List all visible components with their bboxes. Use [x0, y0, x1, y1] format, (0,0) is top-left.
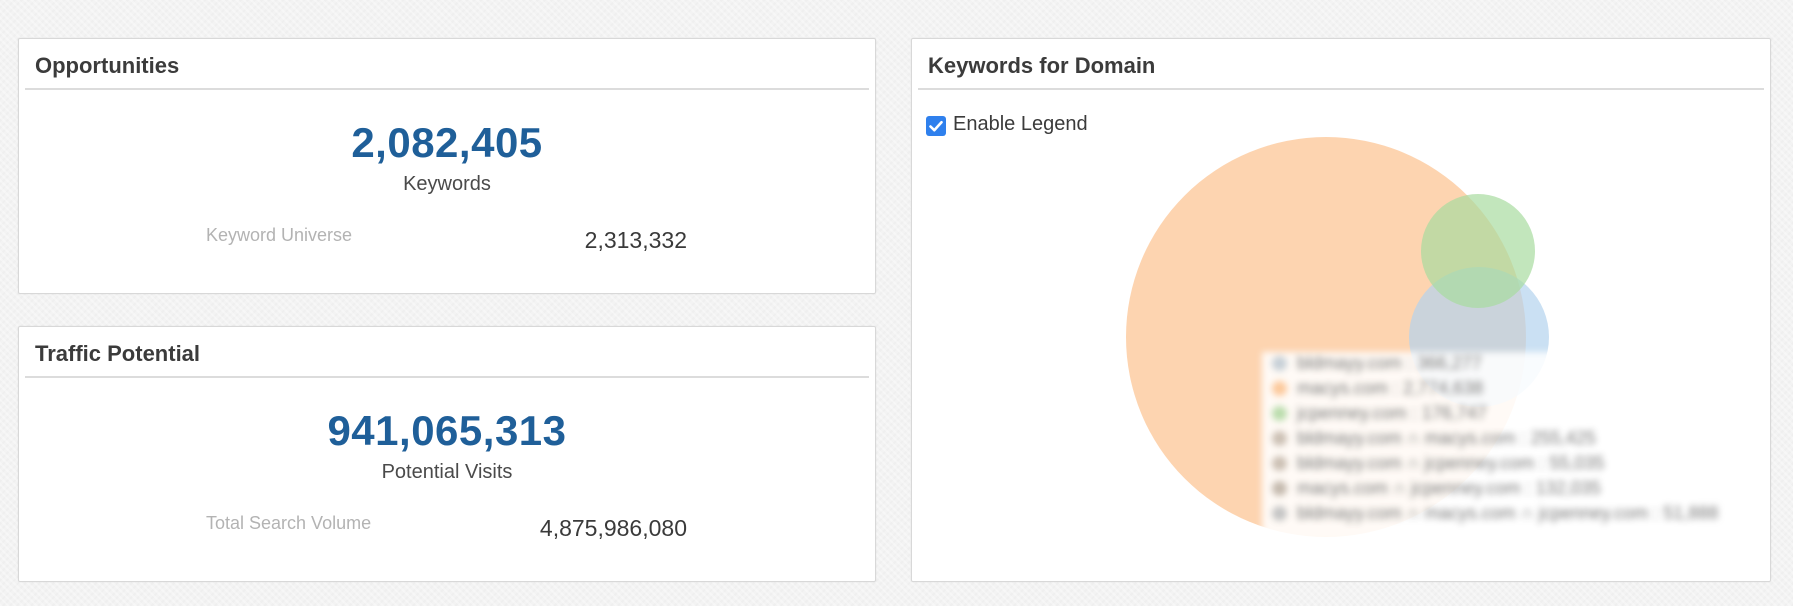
traffic-potential-title: Traffic Potential	[35, 341, 201, 366]
legend-item-label: bldmayy.com ∩ macys.com ∩ jcpenney.com :…	[1297, 503, 1719, 523]
legend-dot-icon	[1272, 456, 1287, 471]
keywords-label: Keywords	[403, 173, 491, 195]
keyword-universe-label: Keyword Universe	[206, 225, 353, 245]
keywords-for-domain-panel: Keywords for Domain Enable Legend bldmay…	[911, 38, 1771, 582]
total-search-volume-label: Total Search Volume	[206, 513, 372, 533]
legend-item-label: macys.com : 2,774,638	[1297, 378, 1484, 398]
legend-dot-icon	[1272, 431, 1287, 446]
legend-item-label: bldmayy.com : 366,277	[1297, 353, 1482, 373]
legend-dot-icon	[1272, 381, 1287, 396]
legend-item-label: bldmayy.com ∩ macys.com : 255,425	[1297, 428, 1596, 448]
keywords-count: 2,082,405	[351, 119, 543, 166]
legend-item-label: bldmayy.com ∩ jcpenney.com : 55,035	[1297, 453, 1605, 473]
legend-item-label: jcpenney.com : 176,747	[1297, 403, 1487, 423]
opportunities-title: Opportunities	[35, 53, 180, 78]
venn-circle-jcpenney[interactable]	[1421, 194, 1535, 308]
legend-dot-icon	[1272, 406, 1287, 421]
opportunities-divider	[25, 88, 869, 90]
potential-visits-count: 941,065,313	[327, 407, 567, 454]
keyword-universe-value: 2,313,332	[584, 227, 687, 253]
legend-dot-icon	[1272, 506, 1287, 521]
traffic-potential-panel: Traffic Potential 941,065,313 Potential …	[18, 326, 876, 582]
legend-item-label: macys.com ∩ jcpenney.com : 132,035	[1297, 478, 1601, 498]
legend-dot-icon	[1272, 481, 1287, 496]
venn-legend: bldmayy.com : 366,277 macys.com : 2,774,6…	[1262, 352, 1718, 543]
potential-visits-label: Potential Visits	[381, 461, 513, 483]
traffic-potential-divider	[25, 376, 869, 378]
total-search-volume-value: 4,875,986,080	[539, 515, 687, 541]
legend-dot-icon	[1272, 356, 1287, 371]
opportunities-panel: Opportunities 2,082,405 Keywords Keyword…	[18, 38, 876, 294]
